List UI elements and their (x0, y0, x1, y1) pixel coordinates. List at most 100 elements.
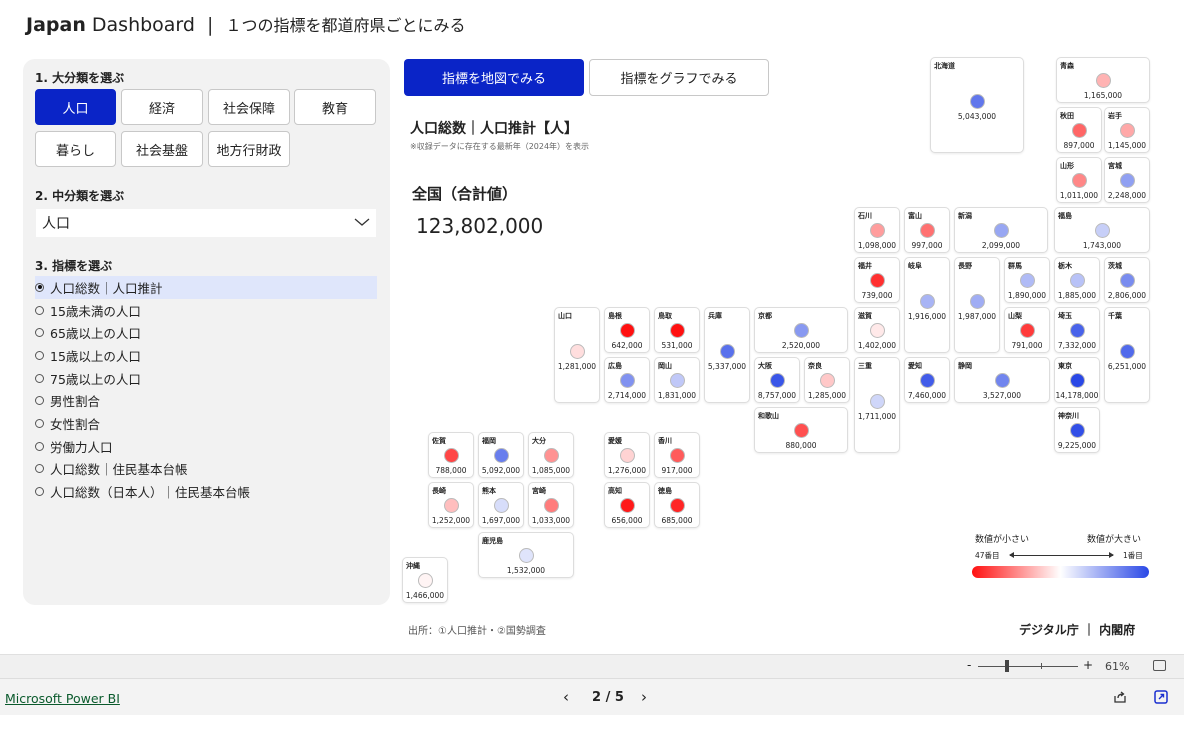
indicator-option[interactable]: 15歳未満の人口 (35, 299, 377, 322)
prefecture-value-dot (1070, 273, 1085, 288)
indicator-option[interactable]: 75歳以上の人口 (35, 367, 377, 390)
fit-to-page-icon[interactable] (1153, 660, 1166, 671)
zoom-slider-track[interactable] (978, 666, 1078, 667)
prefecture-value-dot (870, 223, 885, 238)
prefecture-tile[interactable]: 島根 642,000 (604, 307, 650, 353)
indicator-option[interactable]: 15歳以上の人口 (35, 344, 377, 367)
prefecture-value-dot (920, 294, 935, 309)
prefecture-tile[interactable]: 秋田 897,000 (1056, 107, 1102, 153)
indicator-option[interactable]: 人口総数｜住民基本台帳 (35, 458, 377, 481)
prefecture-value-dot (418, 573, 433, 588)
prefecture-tile[interactable]: 奈良 1,285,000 (804, 357, 850, 403)
prefecture-tile[interactable]: 石川 1,098,000 (854, 207, 900, 253)
prefecture-value: 1,145,000 (1107, 141, 1147, 150)
prefecture-tile[interactable]: 岡山 1,831,000 (654, 357, 700, 403)
prefecture-tile[interactable]: 静岡 3,527,000 (954, 357, 1050, 403)
power-bi-link[interactable]: Microsoft Power BI (5, 691, 120, 706)
prefecture-tile[interactable]: 香川 917,000 (654, 432, 700, 478)
category-button-population[interactable]: 人口 (35, 89, 116, 125)
tab-map-view[interactable]: 指標を地図でみる (404, 59, 584, 96)
indicator-option[interactable]: 労働力人口 (35, 435, 377, 458)
prefecture-tile[interactable]: 千葉 6,251,000 (1104, 307, 1150, 403)
prefecture-tile[interactable]: 愛知 7,460,000 (904, 357, 950, 403)
prefecture-tile[interactable]: 東京 14,178,000 (1054, 357, 1100, 403)
next-page-button[interactable]: › (641, 688, 647, 706)
prefecture-tile[interactable]: 茨城 2,806,000 (1104, 257, 1150, 303)
category-button-social-security[interactable]: 社会保障 (208, 89, 290, 125)
indicator-option-label: 15歳以上の人口 (50, 348, 141, 364)
prefecture-tile[interactable]: 鹿児島 1,532,000 (478, 532, 574, 578)
prefecture-value-dot (1120, 123, 1135, 138)
prefecture-tile[interactable]: 大阪 8,757,000 (754, 357, 800, 403)
subcategory-dropdown[interactable]: 人口 (36, 209, 376, 237)
prefecture-tile[interactable]: 山形 1,011,000 (1056, 157, 1102, 203)
indicator-option[interactable]: 女性割合 (35, 412, 377, 435)
prefecture-tile[interactable]: 宮崎 1,033,000 (528, 482, 574, 528)
prefecture-tile[interactable]: 埼玉 7,332,000 (1054, 307, 1100, 353)
prefecture-tile[interactable]: 京都 2,520,000 (754, 307, 848, 353)
prefecture-name: 北海道 (934, 62, 955, 70)
prefecture-tile[interactable]: 山梨 791,000 (1004, 307, 1050, 353)
popout-icon[interactable] (1154, 690, 1168, 704)
prefecture-tile[interactable]: 福井 739,000 (854, 257, 900, 303)
prefecture-name: 栃木 (1058, 262, 1072, 270)
prefecture-name: 和歌山 (758, 412, 779, 420)
prefecture-tile[interactable]: 新潟 2,099,000 (954, 207, 1048, 253)
prefecture-value: 1,885,000 (1057, 291, 1097, 300)
prefecture-tile[interactable]: 青森 1,165,000 (1056, 57, 1150, 103)
prefecture-tile[interactable]: 宮城 2,248,000 (1104, 157, 1150, 203)
prefecture-value-dot (1070, 423, 1085, 438)
prefecture-tile[interactable]: 岐阜 1,916,000 (904, 257, 950, 353)
category-button-living[interactable]: 暮らし (35, 131, 116, 167)
prefecture-tile[interactable]: 徳島 685,000 (654, 482, 700, 528)
prefecture-tile[interactable]: 愛媛 1,276,000 (604, 432, 650, 478)
prefecture-tile[interactable]: 栃木 1,885,000 (1054, 257, 1100, 303)
prefecture-name: 長野 (958, 262, 972, 270)
prefecture-value-dot (620, 448, 635, 463)
prefecture-tile[interactable]: 福岡 5,092,000 (478, 432, 524, 478)
prefecture-value-dot (870, 394, 885, 409)
category-button-economy[interactable]: 経済 (121, 89, 203, 125)
prefecture-tile[interactable]: 兵庫 5,337,000 (704, 307, 750, 403)
indicator-option[interactable]: 男性割合 (35, 389, 377, 412)
zoom-slider-handle[interactable] (1005, 660, 1009, 672)
category-button-infrastructure[interactable]: 社会基盤 (121, 131, 203, 167)
prefecture-tile[interactable]: 富山 997,000 (904, 207, 950, 253)
prefecture-tile[interactable]: 熊本 1,697,000 (478, 482, 524, 528)
indicator-option-label: 15歳未満の人口 (50, 303, 141, 319)
prefecture-tile[interactable]: 福島 1,743,000 (1054, 207, 1150, 253)
prefecture-tile[interactable]: 神奈川 9,225,000 (1054, 407, 1100, 453)
prefecture-value: 2,099,000 (981, 241, 1021, 250)
indicator-option-label: 男性割合 (50, 394, 101, 410)
prefecture-tile[interactable]: 和歌山 880,000 (754, 407, 848, 453)
indicator-option[interactable]: 人口総数｜人口推計 (35, 276, 377, 299)
prefecture-tile[interactable]: 群馬 1,890,000 (1004, 257, 1050, 303)
zoom-in-button[interactable]: + (1083, 658, 1093, 672)
prefecture-value-dot (920, 373, 935, 388)
chevron-down-icon (354, 218, 370, 226)
prefecture-tile[interactable]: 山口 1,281,000 (554, 307, 600, 403)
prefecture-tile[interactable]: 岩手 1,145,000 (1104, 107, 1150, 153)
prefecture-tile[interactable]: 鳥取 531,000 (654, 307, 700, 353)
prefecture-tile[interactable]: 沖縄 1,466,000 (402, 557, 448, 603)
prefecture-tile[interactable]: 滋賀 1,402,000 (854, 307, 900, 353)
prefecture-value: 5,092,000 (481, 466, 521, 475)
prefecture-tile[interactable]: 高知 656,000 (604, 482, 650, 528)
prefecture-tile[interactable]: 佐賀 788,000 (428, 432, 474, 478)
category-button-local-finance[interactable]: 地方行財政 (208, 131, 290, 167)
tab-graph-view[interactable]: 指標をグラフでみる (589, 59, 769, 96)
previous-page-button[interactable]: ‹ (563, 688, 569, 706)
prefecture-tile[interactable]: 長野 1,987,000 (954, 257, 1000, 353)
prefecture-tile[interactable]: 広島 2,714,000 (604, 357, 650, 403)
prefecture-tile[interactable]: 大分 1,085,000 (528, 432, 574, 478)
indicator-option[interactable]: 65歳以上の人口 (35, 321, 377, 344)
prefecture-tile[interactable]: 三重 1,711,000 (854, 357, 900, 453)
share-icon[interactable] (1113, 690, 1127, 704)
indicator-option[interactable]: 人口総数（日本人）｜住民基本台帳 (35, 480, 377, 503)
prefecture-name: 鳥取 (658, 312, 672, 320)
zoom-out-button[interactable]: - (967, 658, 971, 672)
category-button-education[interactable]: 教育 (294, 89, 376, 125)
prefecture-name: 青森 (1060, 62, 1074, 70)
prefecture-tile[interactable]: 北海道 5,043,000 (930, 57, 1024, 153)
prefecture-tile[interactable]: 長崎 1,252,000 (428, 482, 474, 528)
